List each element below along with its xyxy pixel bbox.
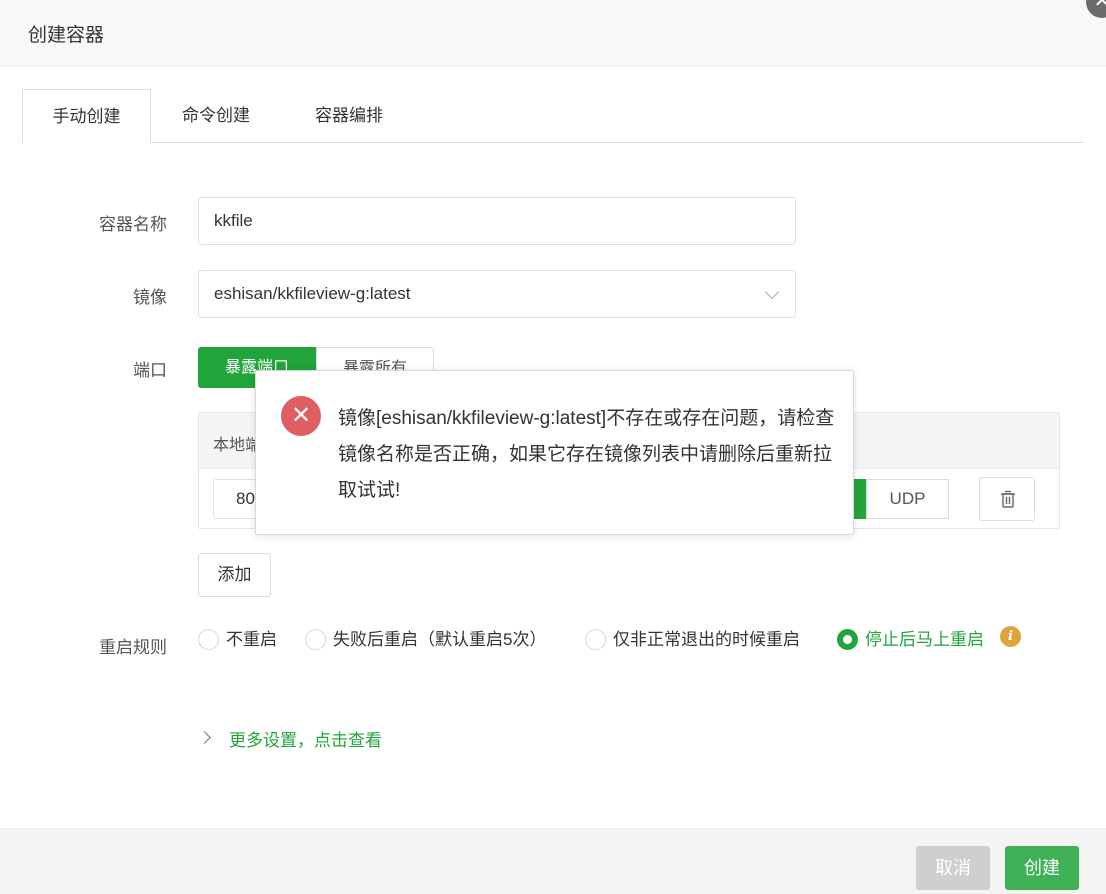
radio-checked-icon [837, 629, 858, 650]
radio-circle-icon [585, 629, 606, 650]
add-port-button[interactable]: 添加 [198, 553, 271, 597]
tab-command-create[interactable]: 命令创建 [156, 89, 276, 143]
radio-circle-icon [305, 629, 326, 650]
close-icon[interactable]: ✕ [1086, 0, 1106, 18]
chevron-down-icon [764, 284, 780, 300]
error-toast: ✕ 镜像[eshisan/kkfileview-g:latest]不存在或存在问… [255, 370, 854, 535]
restart-option-label: 停止后马上重启 [865, 630, 984, 649]
port-label: 端口 [133, 361, 167, 380]
error-icon: ✕ [281, 396, 321, 436]
tab-bar: 手动创建 命令创建 容器编排 [22, 89, 1084, 144]
local-port-header: 本地端 [213, 437, 262, 454]
chevron-right-icon [198, 731, 211, 744]
image-select-value: eshisan/kkfileview-g:latest [214, 284, 411, 303]
info-icon[interactable]: i [1000, 626, 1021, 647]
restart-policy-label: 重启规则 [99, 638, 167, 657]
image-label: 镜像 [133, 288, 167, 307]
radio-circle-icon [198, 629, 219, 650]
dialog-header: 创建容器 ✕ [0, 0, 1106, 66]
dialog-title: 创建容器 [28, 25, 105, 46]
protocol-udp-button[interactable]: UDP [866, 479, 949, 519]
restart-option-label: 不重启 [226, 630, 277, 649]
create-container-dialog: 创建容器 ✕ 手动创建 命令创建 容器编排 容器名称 kkfile 镜像 esh… [0, 0, 1106, 894]
dialog-footer: 取消 创建 [0, 828, 1106, 894]
trash-icon [1001, 490, 1015, 508]
restart-option-label: 仅非正常退出的时候重启 [613, 630, 800, 649]
error-message: 镜像[eshisan/kkfileview-g:latest]不存在或存在问题，… [338, 408, 835, 501]
more-settings-label: 更多设置，点击查看 [229, 731, 382, 750]
protocol-tcp-button[interactable] [854, 479, 866, 519]
container-name-input[interactable]: kkfile [198, 197, 796, 245]
tab-compose[interactable]: 容器编排 [292, 89, 406, 143]
tab-manual-create[interactable]: 手动创建 [22, 89, 151, 144]
delete-port-button[interactable] [979, 477, 1035, 521]
restart-option-label: 失败后重启（默认重启5次） [333, 630, 547, 649]
container-name-label: 容器名称 [99, 215, 167, 234]
cancel-button[interactable]: 取消 [916, 846, 990, 890]
image-select[interactable]: eshisan/kkfileview-g:latest [198, 270, 796, 318]
create-button[interactable]: 创建 [1005, 846, 1079, 890]
